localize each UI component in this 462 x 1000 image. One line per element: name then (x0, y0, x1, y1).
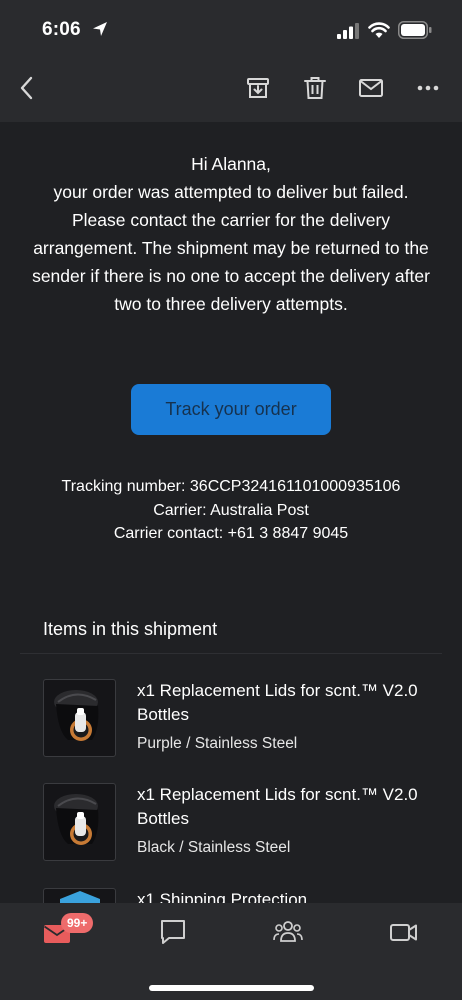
archive-icon[interactable] (244, 74, 272, 102)
carrier-contact: Carrier contact: +61 3 8847 9045 (113, 525, 349, 542)
mail-icon[interactable] (357, 74, 385, 102)
item-variant: Purple / Stainless Steel (137, 735, 298, 752)
carrier-name: Carrier: Australia Post (153, 501, 309, 519)
bottle-lid-image (54, 690, 99, 741)
status-time: 6:06 (42, 19, 81, 40)
battery-icon (398, 21, 432, 39)
email-message: Hi Alanna, your order was attempted to d… (30, 150, 432, 318)
back-chevron-icon[interactable] (14, 74, 42, 102)
signal-icon (337, 23, 359, 39)
status-bar: 6:06 (0, 0, 462, 60)
people-icon[interactable] (273, 917, 303, 947)
chat-icon[interactable] (158, 917, 188, 947)
item-variant: Black / Stainless Steel (137, 839, 291, 856)
tracking-number: Tracking number: 36CCP324161101000935106 (61, 478, 401, 495)
product-image (43, 783, 116, 861)
item-name: x1 Replacement Lids for scnt.™ V2.0 Bott… (137, 681, 418, 724)
bottle-lid-image (54, 794, 99, 845)
items-title: Items in this shipment (43, 619, 218, 639)
wifi-icon (368, 22, 390, 38)
location-arrow-icon (93, 22, 107, 36)
tracking-info: Tracking number: 36CCP324161101000935106… (20, 475, 442, 546)
more-icon[interactable] (414, 74, 442, 102)
greeting-line: Hi Alanna, (191, 154, 271, 174)
video-icon[interactable] (389, 917, 419, 947)
trash-icon[interactable] (301, 74, 329, 102)
message-text: your order was attempted to deliver but … (32, 182, 430, 314)
divider (20, 653, 442, 654)
home-indicator (149, 985, 314, 991)
mail-badge: 99+ (61, 913, 94, 933)
item-name: x1 Replacement Lids for scnt.™ V2.0 Bott… (137, 785, 418, 828)
product-image (43, 679, 116, 757)
email-header (0, 60, 462, 122)
track-order-button[interactable]: Track your order (131, 384, 331, 435)
